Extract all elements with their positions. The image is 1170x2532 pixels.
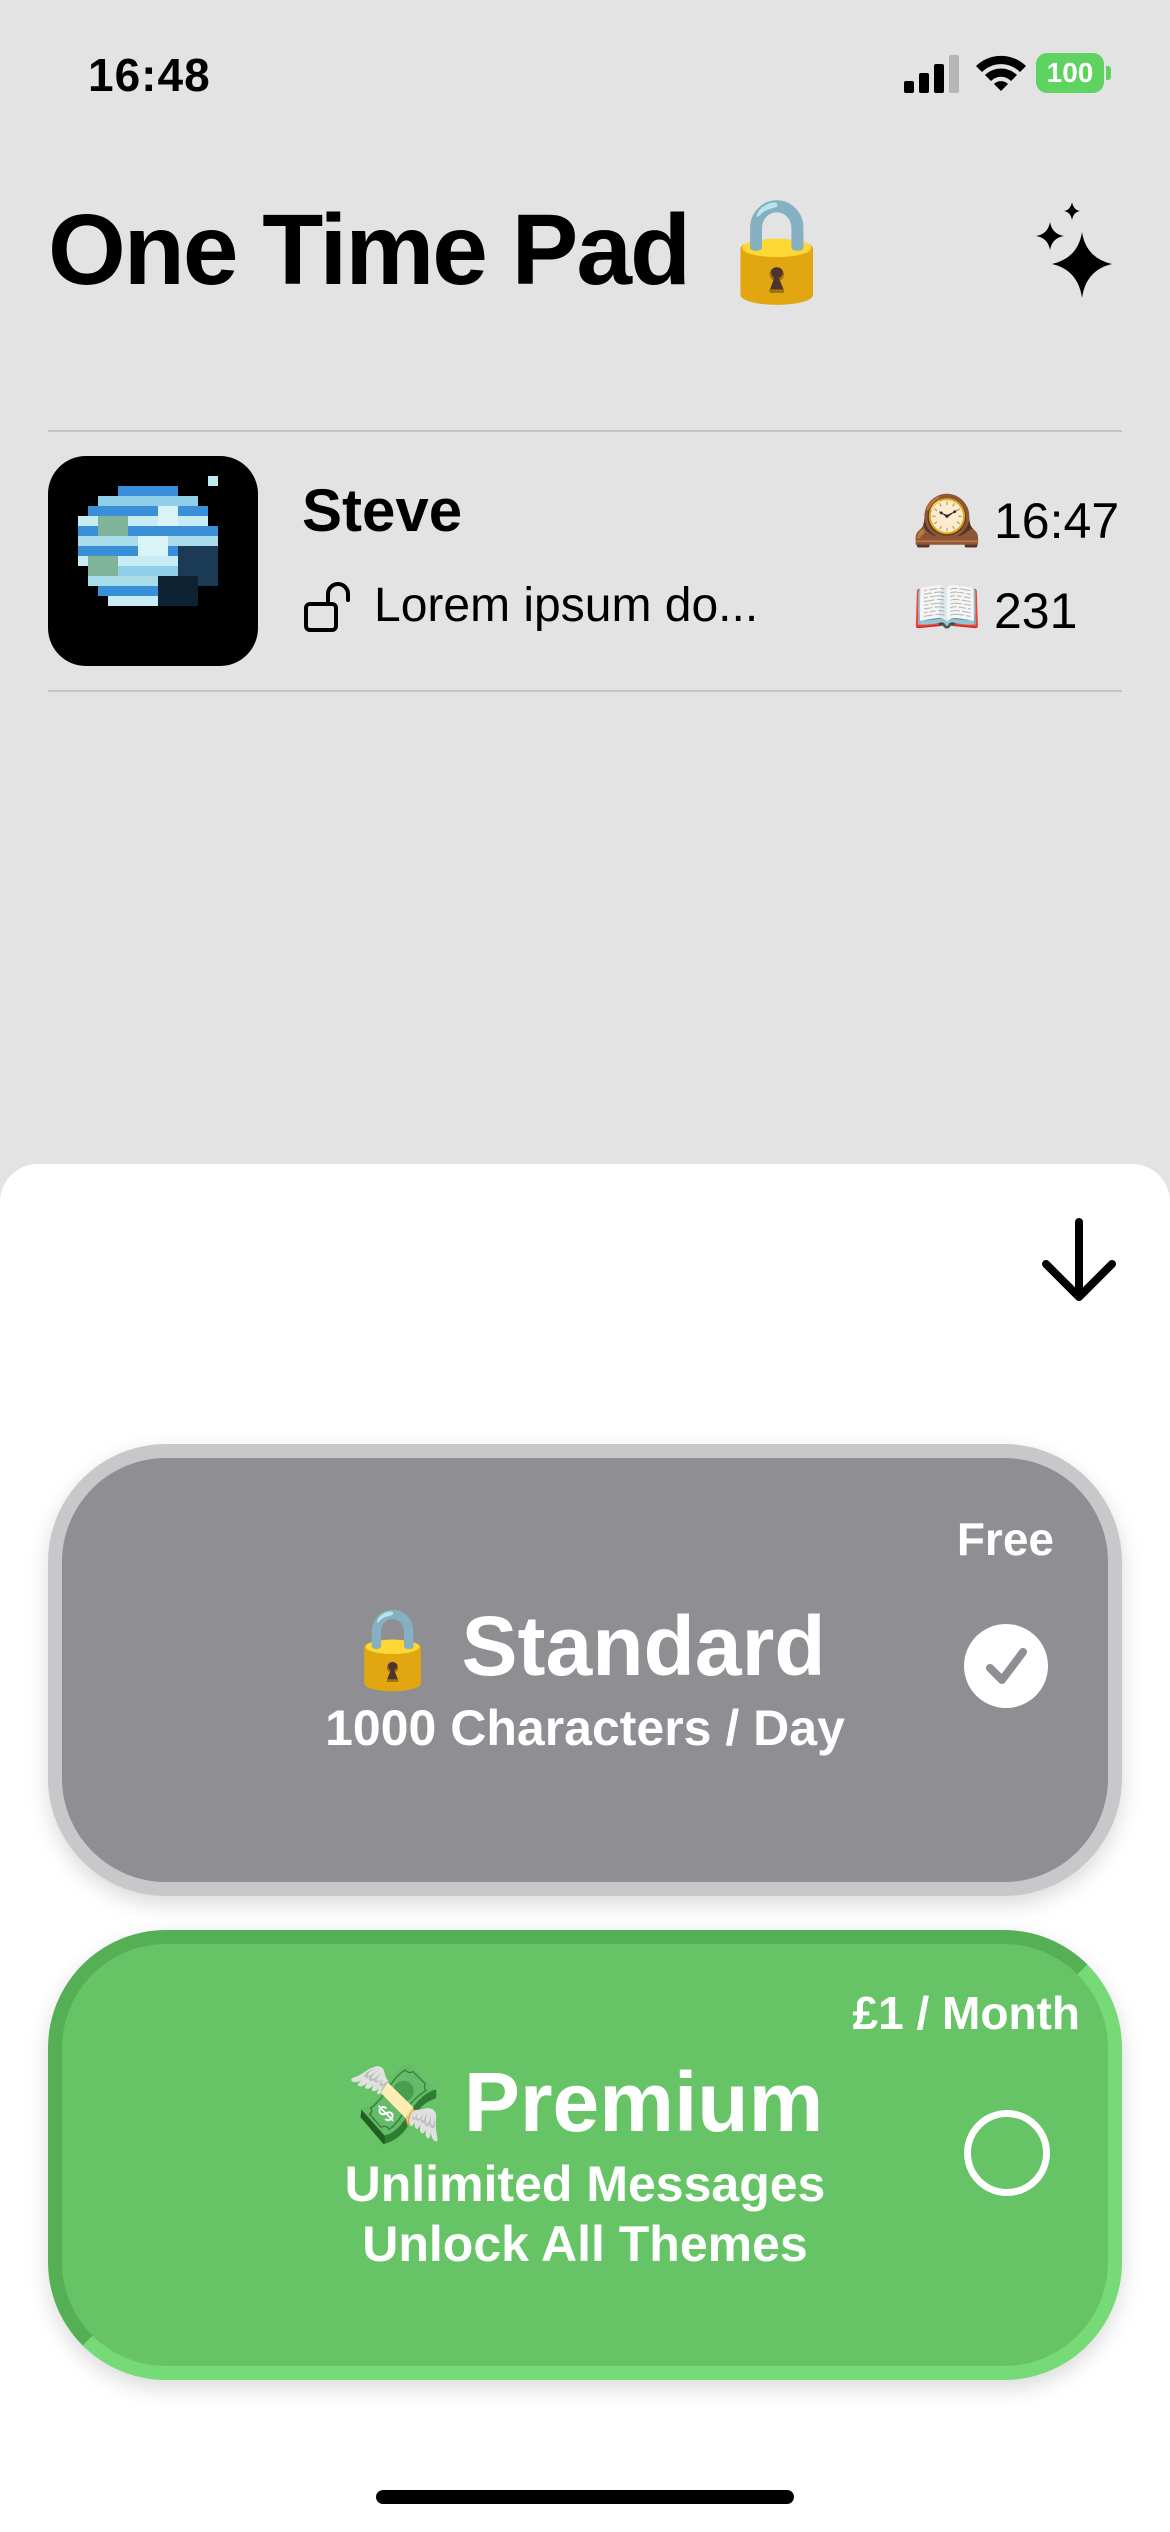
status-bar: 16:48 100: [0, 0, 1170, 150]
page-title-text: One Time Pad: [48, 194, 691, 306]
unselected-radio[interactable]: [964, 2110, 1050, 2196]
lock-icon: 🔒: [714, 194, 840, 306]
status-time: 16:48: [88, 49, 211, 101]
pixel-earth-icon: [78, 476, 218, 606]
battery-indicator: 100: [1036, 53, 1112, 93]
divider: [48, 690, 1122, 692]
character-count: 231: [994, 583, 1078, 639]
contact-name: Steve: [302, 477, 463, 544]
standard-title-text: Standard: [461, 1599, 826, 1693]
home-indicator[interactable]: [376, 2490, 794, 2504]
avatar: [48, 456, 258, 666]
standard-price: Free: [956, 1513, 1054, 1565]
message-time: 16:47: [994, 493, 1120, 549]
standard-subtitle: 1000 Characters / Day: [325, 1700, 845, 1756]
cellular-signal-icon: [904, 55, 959, 93]
premium-price: £1 / Month: [852, 1987, 1080, 2039]
page-title: One Time Pad 🔒: [48, 192, 840, 309]
checkmark-icon: [986, 1648, 1027, 1684]
premium-subtitle-line-2: Unlock All Themes: [362, 2216, 808, 2272]
premium-plan-card[interactable]: £1 / Month 💸 Premium Unlimited Messages U…: [48, 1930, 1122, 2380]
standard-title: 🔒 Standard: [62, 1598, 1108, 1695]
standard-plan-card[interactable]: Free 🔒 Standard 1000 Characters / Day: [48, 1444, 1122, 1896]
sparkles-icon[interactable]: [1032, 202, 1116, 300]
book-icon: 📖: [912, 575, 982, 638]
money-with-wings-icon: 💸: [346, 2060, 444, 2148]
selected-checkmark[interactable]: [964, 1624, 1048, 1708]
wifi-icon: [976, 55, 1026, 91]
premium-title: 💸 Premium: [62, 2054, 1108, 2151]
battery-level: 100: [1046, 57, 1094, 88]
lock-icon: 🔒: [344, 1604, 442, 1692]
premium-title-text: Premium: [463, 2055, 824, 2149]
premium-subtitle-line-1: Unlimited Messages: [344, 2156, 826, 2212]
message-preview: Lorem ipsum do...: [374, 579, 759, 632]
divider: [48, 430, 1122, 432]
unlocked-icon: [304, 582, 350, 632]
clock-icon: 🕰️: [912, 487, 982, 550]
arrow-down-icon[interactable]: [1040, 1216, 1118, 1304]
